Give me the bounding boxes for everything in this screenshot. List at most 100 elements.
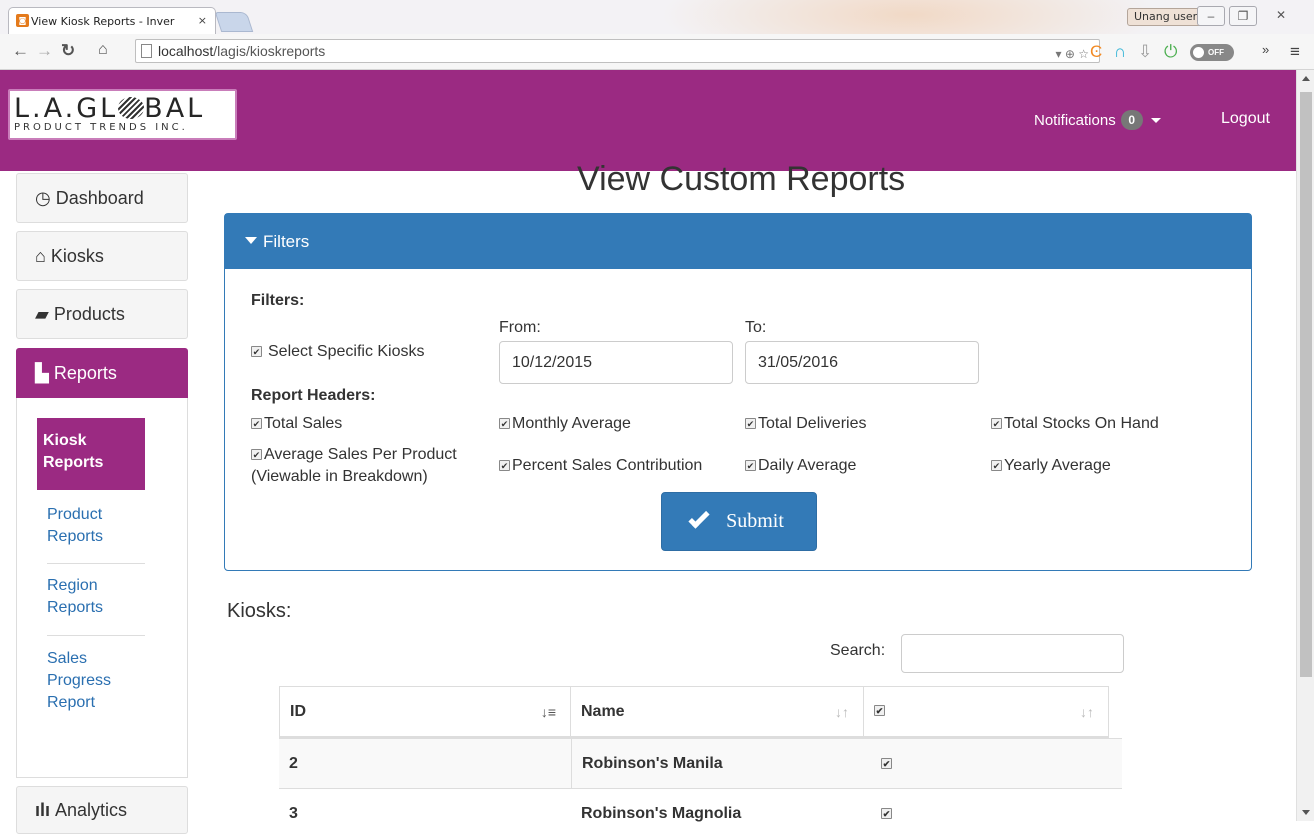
cell-select: ✔	[871, 738, 1122, 788]
to-date-input[interactable]: 31/05/2016	[745, 341, 979, 384]
notifications-label: Notifications	[1034, 111, 1116, 129]
scroll-up-icon[interactable]	[1302, 76, 1310, 81]
extension-c-icon[interactable]: Ͼ	[1090, 42, 1102, 62]
header-option-daily-average[interactable]: ✔ Daily Average	[745, 457, 856, 475]
address-bar: ← → ↻ ⌂ localhost/lagis/kioskreports ▾ ⊕…	[0, 34, 1314, 70]
close-window-button[interactable]: ✕	[1261, 6, 1301, 26]
sidebar-item-label: Reports	[53, 362, 117, 383]
url-path: /lagis/kioskreports	[213, 43, 326, 59]
headphone-extension-icon[interactable]: ∩	[1114, 42, 1126, 62]
filter-icon	[245, 237, 257, 244]
sidebar-item-dashboard[interactable]: ◷ Dashboard	[16, 173, 188, 223]
page-scrollbar[interactable]	[1296, 70, 1314, 821]
filters-panel-header[interactable]: Filters	[225, 214, 1251, 269]
submenu-product-reports[interactable]: Product Reports	[47, 504, 147, 548]
header-option-percent-sales[interactable]: ✔ Percent Sales Contribution	[499, 457, 702, 475]
submenu-kiosk-reports[interactable]: Kiosk Reports	[37, 418, 145, 490]
submenu-region-reports[interactable]: Region Reports	[47, 575, 147, 619]
row-checkbox[interactable]: ✔	[881, 808, 892, 819]
restore-button[interactable]: ❐	[1229, 6, 1257, 26]
checkmark-icon	[688, 506, 710, 529]
submit-label: Submit	[726, 510, 784, 532]
toggle-extension[interactable]: OFF	[1190, 44, 1234, 61]
checkbox[interactable]: ✔	[991, 418, 1002, 429]
submit-button[interactable]: Submit	[661, 492, 817, 551]
column-header-select[interactable]: ✔ ↓↑	[863, 686, 1109, 738]
globe-icon	[118, 97, 145, 119]
filters-label: Filters:	[251, 292, 305, 309]
company-logo[interactable]: L.A.GL BAL PRODUCT TRENDS INC.	[8, 89, 237, 140]
tabbar-decoration	[660, 0, 1160, 34]
search-input[interactable]	[901, 634, 1124, 673]
url-host: localhost	[158, 43, 214, 59]
column-header-id[interactable]: ID ↓≡	[279, 686, 571, 738]
checkbox[interactable]: ✔	[745, 460, 756, 471]
profile-button[interactable]: Unang user	[1127, 8, 1205, 26]
dashboard-icon: ◷	[35, 187, 51, 208]
forward-arrow-icon[interactable]: →	[36, 41, 53, 61]
cell-name: Robinson's Magnolia	[571, 788, 871, 838]
briefcase-icon: ▰	[35, 303, 49, 324]
select-kiosks-checkbox[interactable]: ✔	[251, 346, 262, 357]
header-option-yearly-average[interactable]: ✔ Yearly Average	[991, 457, 1111, 475]
sidebar-item-label: Products	[53, 303, 125, 324]
more-extensions-icon[interactable]: »	[1262, 42, 1269, 57]
to-label: To:	[745, 319, 767, 336]
reload-icon[interactable]: ↻	[61, 41, 75, 61]
header-option-avg-sales-per-product[interactable]: ✔ Average Sales Per Product (Viewable in B…	[251, 444, 457, 488]
page-title: View Custom Reports	[577, 160, 906, 198]
submenu-divider	[47, 635, 145, 636]
submenu-divider	[47, 563, 145, 564]
power-extension-icon[interactable]: ⏻	[1164, 42, 1177, 62]
browser-tab-bar: ◙ View Kiosk Reports - Inver × Unang use…	[0, 0, 1314, 34]
kiosks-section-title: Kiosks:	[227, 600, 292, 622]
row-checkbox[interactable]: ✔	[881, 758, 892, 769]
filters-panel: Filters Filters: ✔ Select Specific Kiosks…	[224, 213, 1252, 571]
tab-close-icon[interactable]: ×	[198, 14, 207, 27]
sidebar-item-products[interactable]: ▰ Products	[16, 289, 188, 339]
minimize-button[interactable]: –	[1197, 6, 1225, 26]
submenu-sales-progress[interactable]: Sales Progress Report	[47, 648, 147, 714]
select-kiosks-option[interactable]: ✔ Select Specific Kiosks	[251, 343, 425, 361]
browser-tab[interactable]: ◙ View Kiosk Reports - Inver ×	[8, 7, 216, 34]
scrollbar-thumb[interactable]	[1300, 92, 1312, 677]
app-header: L.A.GL BAL PRODUCT TRENDS INC. Notificati…	[0, 70, 1296, 171]
favicon-icon: ◙	[16, 14, 29, 27]
header-option-total-stocks[interactable]: ✔ Total Stocks On Hand	[991, 415, 1159, 433]
home-icon[interactable]: ⌂	[98, 41, 108, 59]
checkbox[interactable]: ✔	[499, 418, 510, 429]
zoom-star-icons[interactable]: ▾ ⊕ ☆	[1055, 43, 1089, 65]
stats-icon: ılı	[35, 799, 51, 820]
checkbox[interactable]: ✔	[251, 418, 262, 429]
new-tab-button[interactable]	[214, 12, 254, 32]
sidebar-item-reports[interactable]: ▙ Reports	[16, 348, 188, 398]
sort-icon: ↓↑	[1080, 704, 1094, 720]
from-label: From:	[499, 319, 541, 336]
header-option-monthly-average[interactable]: ✔ Monthly Average	[499, 415, 631, 433]
download-extension-icon[interactable]: ⇩	[1138, 42, 1152, 62]
tab-title: View Kiosk Reports - Inver	[31, 14, 175, 28]
file-icon: ▙	[35, 362, 49, 383]
checkbox[interactable]: ✔	[745, 418, 756, 429]
caret-down-icon	[1150, 117, 1161, 123]
back-arrow-icon[interactable]: ←	[12, 41, 29, 61]
from-date-input[interactable]: 10/12/2015	[499, 341, 733, 384]
browser-menu-icon[interactable]: ≡	[1290, 42, 1300, 62]
checkbox[interactable]: ✔	[251, 449, 262, 460]
cell-id: 3	[279, 788, 571, 838]
checkbox[interactable]: ✔	[991, 460, 1002, 471]
select-kiosks-label: Select Specific Kiosks	[268, 343, 425, 360]
url-field[interactable]: localhost/lagis/kioskreports ▾ ⊕ ☆	[135, 39, 1100, 63]
select-all-checkbox[interactable]: ✔	[874, 705, 885, 716]
page-icon	[141, 44, 152, 58]
sidebar-item-analytics[interactable]: ılı Analytics	[16, 786, 188, 834]
filters-panel-title: Filters	[263, 231, 310, 251]
header-option-total-sales[interactable]: ✔ Total Sales	[251, 415, 342, 433]
sidebar-item-kiosks[interactable]: ⌂ Kiosks	[16, 231, 188, 281]
notifications-dropdown[interactable]: Notifications 0	[1034, 110, 1161, 130]
logout-link[interactable]: Logout	[1221, 110, 1270, 128]
checkbox[interactable]: ✔	[499, 460, 510, 471]
header-option-total-deliveries[interactable]: ✔ Total Deliveries	[745, 415, 866, 433]
column-header-name[interactable]: Name ↓↑	[570, 686, 864, 738]
scroll-down-icon[interactable]	[1302, 810, 1310, 815]
